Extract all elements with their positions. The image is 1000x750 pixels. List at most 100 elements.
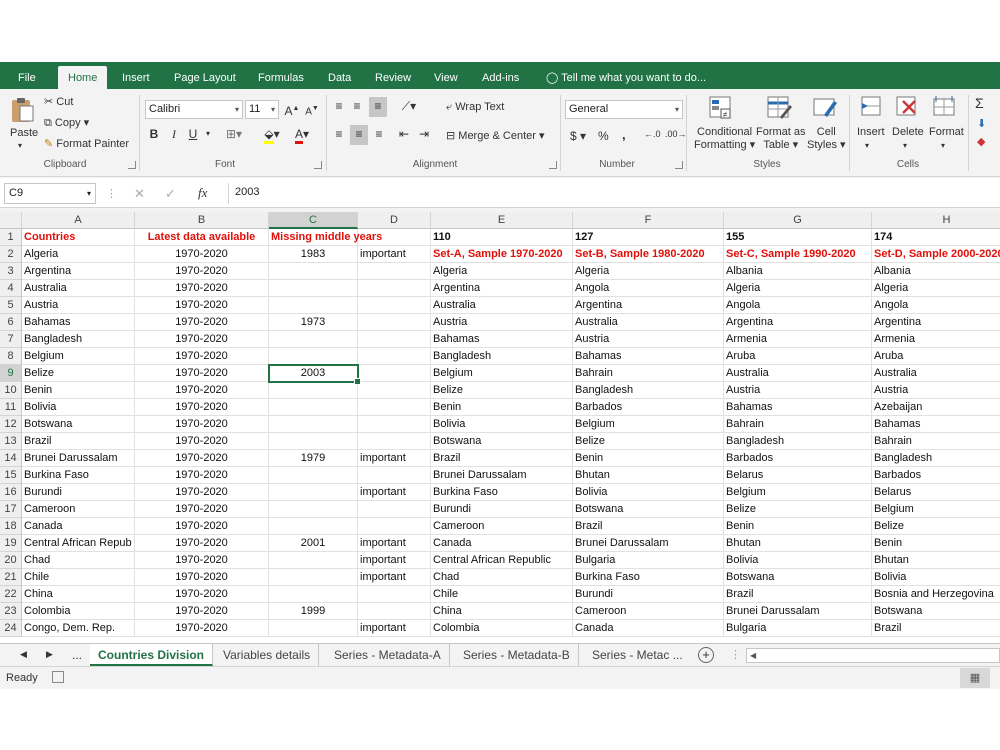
cell-g5[interactable]: Angola [724,297,872,314]
cell-f20[interactable]: Bulgaria [573,552,724,569]
cell-a16[interactable]: Burundi [22,484,135,501]
cell-a10[interactable]: Benin [22,382,135,399]
macro-record-icon[interactable] [52,671,64,683]
cell-b10[interactable]: 1970-2020 [135,382,269,399]
cell-e2[interactable]: Set-A, Sample 1970-2020 [431,246,573,263]
alignment-launcher-icon[interactable] [549,161,557,169]
cell-g13[interactable]: Bangladesh [724,433,872,450]
cell-c9[interactable]: 2003 [269,365,358,382]
cell-g4[interactable]: Algeria [724,280,872,297]
insert-function-icon[interactable]: fx [198,185,207,201]
cell-d17[interactable] [358,501,431,518]
clipboard-launcher-icon[interactable] [128,161,136,169]
row-header[interactable]: 4 [0,280,22,297]
cell-a4[interactable]: Australia [22,280,135,297]
cell-d3[interactable] [358,263,431,280]
cell-b21[interactable]: 1970-2020 [135,569,269,586]
cell-g18[interactable]: Benin [724,518,872,535]
cell-d5[interactable] [358,297,431,314]
cell-g15[interactable]: Belarus [724,467,872,484]
cell-g12[interactable]: Bahrain [724,416,872,433]
row-header[interactable]: 6 [0,314,22,331]
cell-b11[interactable]: 1970-2020 [135,399,269,416]
cell-f7[interactable]: Austria [573,331,724,348]
wrap-text-button[interactable]: ⤶ Wrap Text [446,101,504,114]
cell-c22[interactable] [269,586,358,603]
cell-a17[interactable]: Cameroon [22,501,135,518]
column-header-e[interactable]: E [431,212,573,229]
cell-f14[interactable]: Benin [573,450,724,467]
align-bottom-icon[interactable]: ≡ [369,97,387,117]
increase-indent-icon[interactable]: ⇥ [416,125,432,145]
cell-d15[interactable] [358,467,431,484]
cell-g17[interactable]: Belize [724,501,872,518]
cell-g1[interactable]: 155 [724,229,872,246]
chevron-down-icon[interactable]: ▾ [941,141,945,150]
decrease-decimal-icon[interactable]: .00→ [665,129,687,139]
cell-f4[interactable]: Angola [573,280,724,297]
cell-c1[interactable]: Missing middle years [269,229,382,246]
italic-button[interactable]: I [167,125,181,145]
cell-f3[interactable]: Algeria [573,263,724,280]
cell-c14[interactable]: 1979 [269,450,358,467]
name-box[interactable]: C9 ▾ [4,183,96,204]
add-sheet-icon[interactable]: + [698,647,714,663]
cell-d8[interactable] [358,348,431,365]
cell-g19[interactable]: Bhutan [724,535,872,552]
row-header[interactable]: 15 [0,467,22,484]
cell-b8[interactable]: 1970-2020 [135,348,269,365]
cell-g6[interactable]: Argentina [724,314,872,331]
font-size-select[interactable]: 11 ▾ [245,100,279,119]
cell-h3[interactable]: Albania [872,263,1000,280]
tab-review[interactable]: Review [369,67,417,89]
cell-f24[interactable]: Canada [573,620,724,637]
cell-d18[interactable] [358,518,431,535]
cell-f9[interactable]: Bahrain [573,365,724,382]
format-as-table-button[interactable]: Format as Table ▾ [756,126,806,151]
cell-h20[interactable]: Bhutan [872,552,1000,569]
cell-d13[interactable] [358,433,431,450]
cell-g8[interactable]: Aruba [724,348,872,365]
cell-b13[interactable]: 1970-2020 [135,433,269,450]
tab-file[interactable]: File [12,67,42,89]
cell-d9[interactable] [358,365,431,382]
cell-e7[interactable]: Bahamas [431,331,573,348]
cell-f11[interactable]: Barbados [573,399,724,416]
cell-g14[interactable]: Barbados [724,450,872,467]
row-header[interactable]: 9 [0,365,22,382]
cell-f10[interactable]: Bangladesh [573,382,724,399]
row-header[interactable]: 17 [0,501,22,518]
cell-b23[interactable]: 1970-2020 [135,603,269,620]
horizontal-scrollbar[interactable]: ◀ [746,648,1000,663]
cell-d12[interactable] [358,416,431,433]
cell-g16[interactable]: Belgium [724,484,872,501]
cell-a8[interactable]: Belgium [22,348,135,365]
cell-d2[interactable]: important [358,246,431,263]
cell-c16[interactable] [269,484,358,501]
row-header[interactable]: 1 [0,229,22,246]
font-launcher-icon[interactable] [314,161,322,169]
cell-c12[interactable] [269,416,358,433]
chevron-down-icon[interactable]: ▾ [865,141,869,150]
cell-b24[interactable]: 1970-2020 [135,620,269,637]
font-name-select[interactable]: Calibri ▾ [145,100,243,119]
row-header[interactable]: 11 [0,399,22,416]
insert-cells-button[interactable]: Insert [857,126,885,138]
tab-view[interactable]: View [428,67,464,89]
row-header[interactable]: 21 [0,569,22,586]
cell-d11[interactable] [358,399,431,416]
cell-h10[interactable]: Austria [872,382,1000,399]
cell-e11[interactable]: Benin [431,399,573,416]
select-all-corner[interactable] [0,212,22,229]
row-header[interactable]: 19 [0,535,22,552]
cell-b14[interactable]: 1970-2020 [135,450,269,467]
cell-h14[interactable]: Bangladesh [872,450,1000,467]
cell-e12[interactable]: Bolivia [431,416,573,433]
column-header-a[interactable]: A [22,212,135,229]
row-header[interactable]: 2 [0,246,22,263]
cell-h4[interactable]: Algeria [872,280,1000,297]
cell-h15[interactable]: Barbados [872,467,1000,484]
cell-h21[interactable]: Bolivia [872,569,1000,586]
borders-icon[interactable]: ⊞▾ [222,125,246,145]
cell-a18[interactable]: Canada [22,518,135,535]
